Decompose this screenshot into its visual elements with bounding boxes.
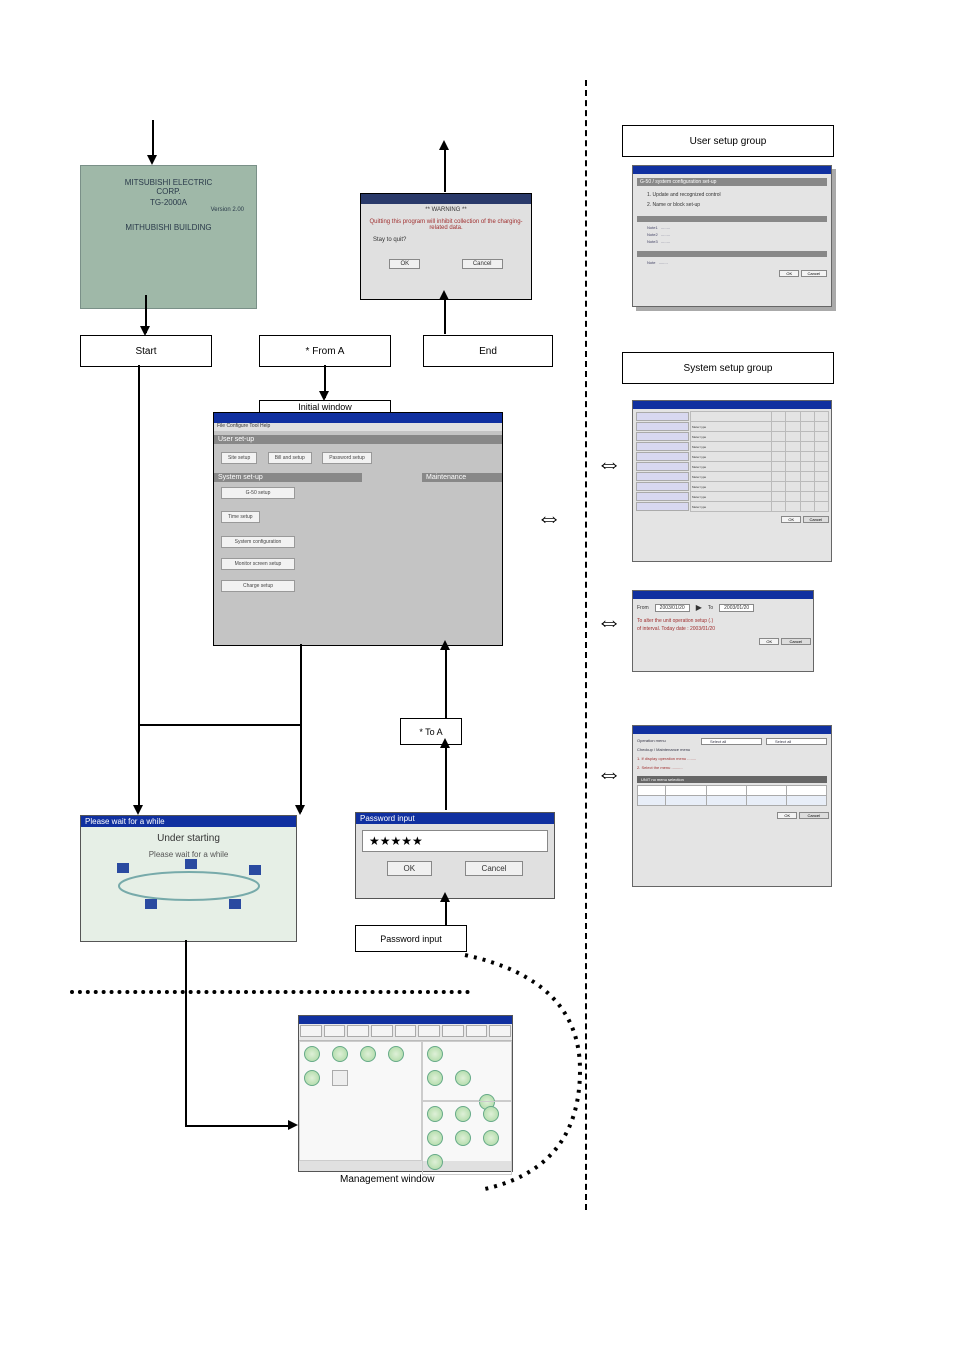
splash-product: TG-2000A — [81, 198, 256, 207]
monitor-setup-button[interactable]: Monitor screen setup — [221, 558, 295, 570]
maintenance-group-screen: Operation menu Select all Select all Che… — [632, 725, 832, 887]
password-cancel-button[interactable]: Cancel — [465, 861, 524, 876]
user-setup-header: User set-up — [214, 435, 502, 444]
ac-unit-icon[interactable] — [455, 1106, 471, 1122]
g50-setup-button[interactable]: G-50 setup — [221, 487, 295, 499]
splash-brand2: CORP. — [81, 187, 256, 196]
to-a-box: * To A — [400, 718, 462, 745]
sysconfig-button[interactable]: System configuration — [221, 536, 295, 548]
ac-unit-icon[interactable] — [388, 1046, 404, 1062]
from-a-box: * From A — [259, 335, 391, 367]
ac-unit-icon[interactable] — [427, 1154, 443, 1170]
ac-unit-icon[interactable] — [427, 1046, 443, 1062]
warning-line1: Quitting this program will inhibit colle… — [367, 219, 525, 231]
ac-unit-icon[interactable] — [332, 1046, 348, 1062]
system-setup-group-label: System setup group — [622, 352, 834, 384]
password-input-label: Password input — [355, 925, 467, 952]
unit-square-icon[interactable] — [332, 1070, 348, 1086]
start-box: Start — [80, 335, 212, 367]
maintenance-header: Maintenance — [422, 473, 502, 482]
management-toolbar[interactable] — [299, 1024, 512, 1041]
password-field[interactable]: ★★★★★ — [362, 830, 548, 852]
site-setup-button[interactable]: Site setup — [221, 452, 257, 464]
warning-title: ** WARNING ** — [367, 207, 525, 213]
warning-dialog: ** WARNING ** Quitting this program will… — [360, 193, 532, 300]
splash-building: MITHUBISHI BUILDING — [81, 223, 256, 232]
initial-window: File Configure Tool Help User set-up Sit… — [213, 412, 503, 646]
waiting-window: Please wait for a while Under starting P… — [80, 815, 297, 942]
initial-menubar[interactable]: File Configure Tool Help — [214, 423, 502, 431]
ac-unit-icon[interactable] — [483, 1106, 499, 1122]
waiting-ring-icon — [89, 859, 289, 914]
splash-version: Version 2.00 — [81, 207, 256, 213]
management-window-label: Management window — [340, 1174, 435, 1185]
system-setup-header: System set-up — [214, 473, 362, 482]
time-setup-screen: From 2003/01/20 ▶ To 2003/01/20 To alter… — [632, 590, 814, 672]
ac-unit-icon[interactable] — [427, 1130, 443, 1146]
time-setup-button[interactable]: Time setup — [221, 511, 260, 523]
password-setup-button[interactable]: Password setup — [322, 452, 372, 464]
link-arrow-2: ⇔ — [536, 504, 562, 530]
waiting-title: Please wait for a while — [81, 816, 296, 827]
waiting-line2: Please wait for a while — [87, 850, 290, 859]
ac-unit-icon[interactable] — [483, 1130, 499, 1146]
link-arrow-4: ⇔ — [596, 760, 622, 786]
charge-setup-button[interactable]: Charge setup — [221, 580, 295, 592]
waiting-line1: Under starting — [87, 833, 290, 844]
splash-screen: MITSUBISHI ELECTRIC CORP. TG-2000A Versi… — [80, 165, 257, 309]
warning-cancel-button[interactable]: Cancel — [462, 259, 503, 269]
link-arrow-1: ⇔ — [596, 450, 622, 476]
bill-setup-button[interactable]: Bill and setup — [268, 452, 312, 464]
ac-unit-icon[interactable] — [304, 1046, 320, 1062]
ac-unit-icon[interactable] — [455, 1070, 471, 1086]
ac-unit-icon[interactable] — [427, 1070, 443, 1086]
password-dialog: Password input ★★★★★ OK Cancel — [355, 812, 555, 899]
management-window — [298, 1015, 513, 1172]
charge-setup-screen: Meter type Meter type Meter type Meter t… — [632, 400, 832, 562]
ac-unit-icon[interactable] — [304, 1070, 320, 1086]
user-setup-group-label: User setup group — [622, 125, 834, 157]
password-title: Password input — [356, 813, 554, 824]
user-setup-group-screen: G-50 / system configuration set-up 1. Up… — [632, 165, 832, 307]
warning-line2: Stay to quit? — [367, 237, 525, 243]
password-ok-button[interactable]: OK — [387, 861, 433, 876]
link-arrow-3: ⇔ — [596, 608, 622, 634]
splash-brand: MITSUBISHI ELECTRIC — [81, 178, 256, 187]
end-box: End — [423, 335, 553, 367]
ac-unit-icon[interactable] — [360, 1046, 376, 1062]
ac-unit-icon[interactable] — [427, 1106, 443, 1122]
ac-unit-icon[interactable] — [455, 1130, 471, 1146]
warning-ok-button[interactable]: OK — [389, 259, 420, 269]
